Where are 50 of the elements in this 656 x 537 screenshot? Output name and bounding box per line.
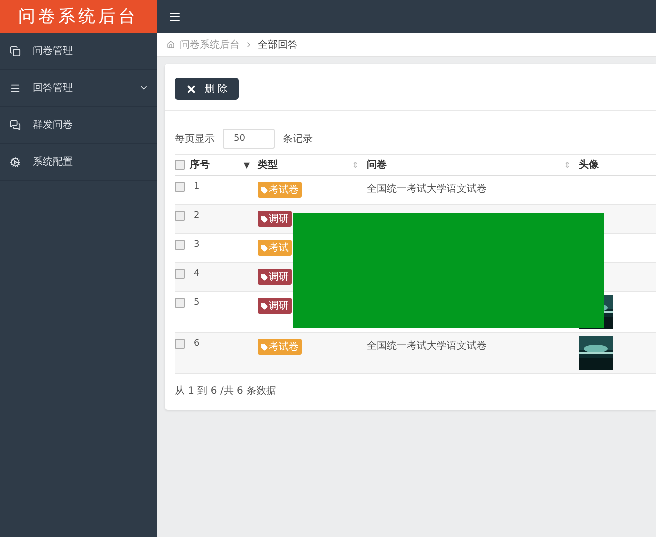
sort-icon[interactable]: ▼ [244, 160, 250, 170]
type-tag: 调研 [258, 269, 292, 285]
checkbox[interactable] [175, 298, 185, 308]
table-cell-text: 全国统一考试大学语文试卷 [367, 182, 487, 196]
tag-icon [261, 302, 268, 310]
checkbox[interactable] [175, 182, 185, 192]
close-icon [186, 84, 197, 94]
column-header[interactable]: 问卷 [367, 158, 387, 172]
table-cell: 2 [194, 211, 200, 221]
checkbox[interactable] [175, 160, 185, 170]
gear-icon [10, 156, 21, 168]
table-cell-text: 全国统一考试大学语文试卷 [367, 340, 487, 353]
tag-icon [261, 244, 268, 252]
tag-icon [261, 344, 268, 350]
menu-icon[interactable] [169, 10, 181, 22]
type-tag: 考试卷 [258, 339, 302, 355]
home-icon [167, 40, 175, 48]
table-cell: 5 [194, 298, 200, 308]
checkbox[interactable] [175, 240, 185, 250]
brand-title: 问卷系统后台 [0, 0, 157, 33]
table-cell: 6 [194, 339, 200, 349]
type-tag: 调研 [258, 211, 292, 227]
tag-icon [261, 216, 268, 222]
tag-icon [261, 186, 268, 194]
column-header[interactable]: 头像 [579, 158, 599, 172]
chat-icon [10, 120, 21, 130]
chevron-icon [245, 40, 253, 48]
checkbox[interactable] [175, 269, 185, 279]
page-size-label: 条记录 [283, 133, 313, 146]
type-tag: 考试卷 [258, 182, 302, 198]
table-cell: 1 [194, 182, 200, 192]
type-tag: 考试 [258, 240, 292, 256]
sidebar-item[interactable]: 群发问卷 [0, 107, 157, 144]
page-size-label: 每页显示 [175, 133, 215, 146]
pagination-info: 从 1 到 6 /共 6 条数据 [175, 384, 278, 398]
breadcrumb-item: 全部回答 [258, 38, 298, 52]
checkbox[interactable] [175, 211, 185, 221]
delete-button[interactable]: 删 除 [175, 78, 240, 100]
column-header[interactable]: 序号 [190, 158, 210, 172]
sidebar-item[interactable]: 回答管理 [0, 70, 157, 107]
table-cell: 4 [194, 269, 200, 279]
page-size-field[interactable]: 50 [223, 129, 275, 149]
table-cell: 3 [194, 240, 200, 250]
checkbox[interactable] [175, 339, 185, 349]
list-icon [10, 82, 21, 94]
type-tag: 调研 [258, 298, 292, 314]
tag-icon [261, 274, 268, 280]
column-header[interactable]: 类型 [258, 158, 278, 172]
copy-icon [10, 46, 21, 56]
sidebar-item[interactable]: 系统配置 [0, 144, 157, 181]
